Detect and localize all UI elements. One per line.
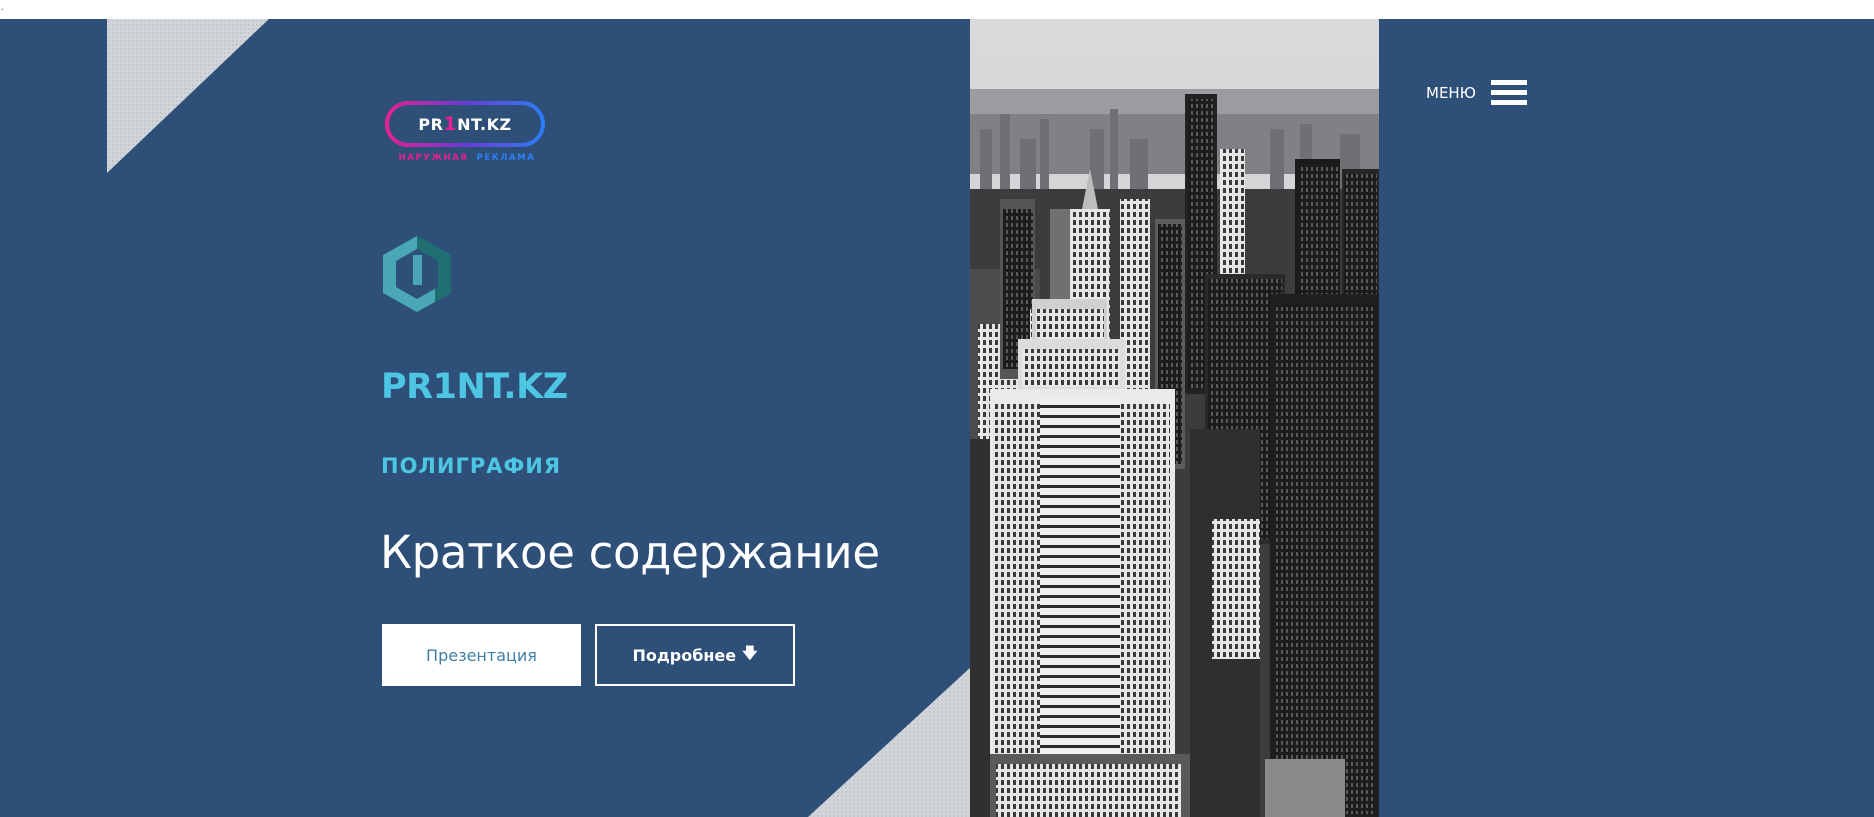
logo-tagline-word-2: РЕКЛАМА [476, 153, 536, 163]
brand-title: PR1NT.KZ [381, 367, 568, 407]
logo-tagline-word-1: НАРУЖНАЯ [398, 153, 469, 163]
logo-text-one: 1 [443, 113, 458, 135]
logo-tagline: НАРУЖНАЯ РЕКЛАМА [383, 153, 551, 163]
presentation-button[interactable]: Презентация [382, 624, 581, 686]
decorative-triangle-top [107, 19, 269, 173]
logo-text-pre: PR [418, 115, 444, 134]
hero-headline: Краткое содержание [380, 526, 880, 579]
logo-pill: PR1NT.KZ [385, 101, 545, 147]
presentation-button-label: Презентация [426, 645, 537, 665]
brand-subtitle: ПОЛИГРАФИЯ [381, 454, 562, 478]
logo-text-post: NT.KZ [457, 115, 512, 134]
city-skyline-image [970, 19, 1379, 817]
logo-text: PR1NT.KZ [418, 113, 511, 135]
hero-section: PR1NT.KZ НАРУЖНАЯ РЕКЛАМА PR1NT.KZ ПОЛИГР… [0, 19, 1874, 817]
more-button-label: Подробнее [632, 645, 737, 665]
arrow-down-icon: 🡇 [742, 643, 758, 662]
menu-toggle[interactable]: МЕНЮ [1426, 78, 1527, 108]
top-bar: . [0, 0, 1874, 19]
site-logo[interactable]: PR1NT.KZ НАРУЖНАЯ РЕКЛАМА [383, 81, 551, 173]
logo-pill-inner: PR1NT.KZ [389, 105, 541, 143]
hexagon-logo-icon [380, 233, 454, 315]
menu-label: МЕНЮ [1426, 84, 1476, 102]
more-button[interactable]: Подробнее 🡇 [595, 624, 795, 686]
hamburger-menu-icon[interactable] [1490, 80, 1527, 106]
top-bar-marker: . [1, 3, 4, 13]
decorative-triangle-bottom [808, 666, 972, 817]
